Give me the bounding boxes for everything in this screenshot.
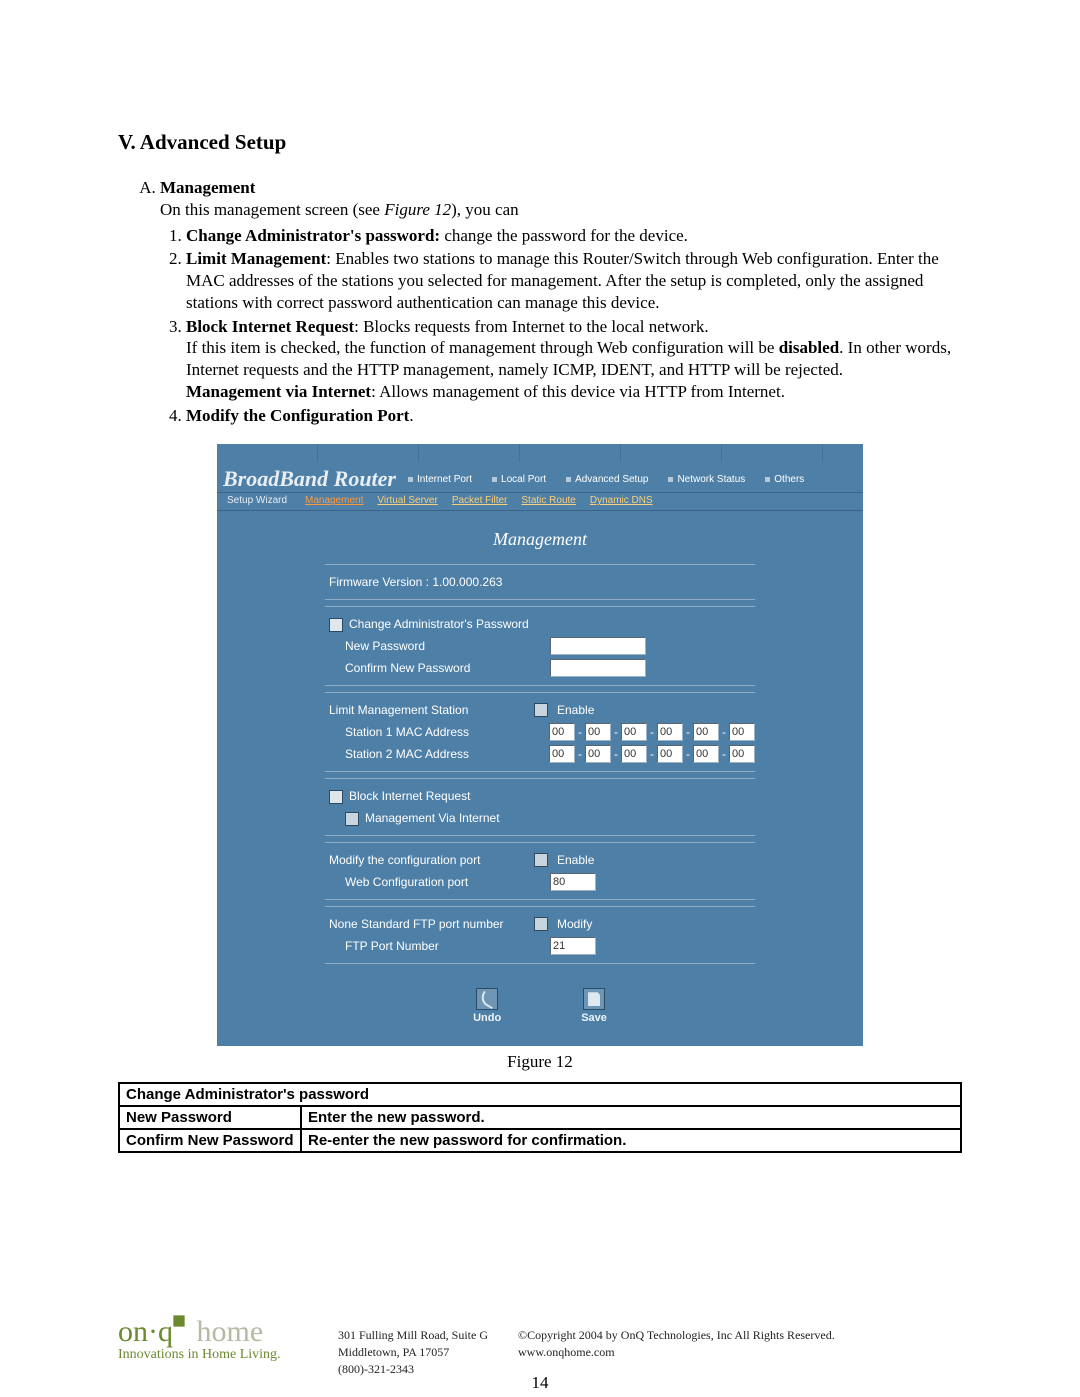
figure-caption: Figure 12 <box>118 1052 962 1072</box>
subnav-dynamic-dns[interactable]: Dynamic DNS <box>590 495 653 506</box>
save-button[interactable]: Save <box>581 988 607 1024</box>
ftp-port-number-label: FTP Port Number <box>325 939 550 953</box>
list-item: Block Internet Request: Blocks requests … <box>186 316 962 403</box>
web-port-label: Web Configuration port <box>325 875 550 889</box>
mac-input[interactable] <box>729 745 755 763</box>
page-footer: on·q home Innovations in Home Living. 30… <box>118 1313 962 1363</box>
table-cell: Re-enter the new password for confirmati… <box>301 1129 961 1152</box>
section-heading: V. Advanced Setup <box>118 130 962 155</box>
footer-copyright: ©Copyright 2004 by OnQ Technologies, Inc… <box>518 1327 835 1344</box>
list-item-paragraph: If this item is checked, the function of… <box>186 337 962 381</box>
new-password-input[interactable] <box>550 637 646 655</box>
management-via-internet-checkbox[interactable] <box>345 812 359 826</box>
management-via-internet-label: Management Via Internet <box>365 811 500 825</box>
password-spec-table: Change Administrator's password New Pass… <box>118 1082 962 1153</box>
firmware-version: Firmware Version : 1.00.000.263 <box>325 575 534 589</box>
nav-network-status[interactable]: Network Status <box>662 472 751 487</box>
station1-mac: - - - - - <box>549 723 755 741</box>
footer-address: Middletown, PA 17057 <box>338 1344 488 1361</box>
undo-icon <box>476 988 498 1010</box>
ftp-port-input[interactable] <box>550 937 596 955</box>
subnav-management[interactable]: Management <box>305 495 363 506</box>
table-cell: New Password <box>119 1106 301 1129</box>
mac-input[interactable] <box>693 745 719 763</box>
footer-url: www.onqhome.com <box>518 1344 835 1361</box>
nav-local-port[interactable]: Local Port <box>486 472 552 487</box>
intro-text: On this management screen (see Figure 12… <box>160 199 962 221</box>
station2-mac: - - - - - <box>549 745 755 763</box>
list-item: Limit Management: Enables two stations t… <box>186 248 962 313</box>
setup-wizard-link[interactable]: Setup Wizard <box>227 495 287 506</box>
list-item: Change Administrator's password: change … <box>186 225 962 247</box>
station2-label: Station 2 MAC Address <box>325 747 549 761</box>
page-number: 14 <box>0 1373 1080 1393</box>
table-cell: Enter the new password. <box>301 1106 961 1129</box>
mac-input[interactable] <box>549 745 575 763</box>
panel-title: Management <box>217 511 863 564</box>
list-item-paragraph: Management via Internet: Allows manageme… <box>186 381 962 403</box>
nav-internet-port[interactable]: Internet Port <box>402 472 478 487</box>
confirm-password-input[interactable] <box>550 659 646 677</box>
change-password-label: Change Administrator's Password <box>349 617 529 631</box>
mac-input[interactable] <box>657 723 683 741</box>
bullet-icon <box>668 477 673 482</box>
new-password-label: New Password <box>325 639 550 653</box>
modify-port-label: Modify the configuration port <box>325 853 534 867</box>
limit-enable-checkbox[interactable] <box>534 703 548 717</box>
confirm-password-label: Confirm New Password <box>325 661 550 675</box>
tab-strip <box>217 444 863 462</box>
bullet-icon <box>492 477 497 482</box>
modify-label: Modify <box>557 917 592 931</box>
onq-logo: on·q home <box>118 1313 263 1349</box>
list-item: Modify the Configuration Port. <box>186 405 962 427</box>
mac-input[interactable] <box>693 723 719 741</box>
mac-input[interactable] <box>657 745 683 763</box>
change-password-checkbox[interactable] <box>329 618 343 632</box>
router-logo: BroadBand Router <box>223 466 396 492</box>
footer-address: 301 Fulling Mill Road, Suite G <box>338 1327 488 1344</box>
mac-input[interactable] <box>549 723 575 741</box>
table-cell: Confirm New Password <box>119 1129 301 1152</box>
ftp-modify-checkbox[interactable] <box>534 917 548 931</box>
limit-management-label: Limit Management Station <box>325 703 534 717</box>
block-internet-label: Block Internet Request <box>349 789 470 803</box>
nav-others[interactable]: Others <box>759 472 810 487</box>
subnav-virtual-server[interactable]: Virtual Server <box>377 495 437 506</box>
mac-input[interactable] <box>585 745 611 763</box>
subsection-label: Management <box>160 178 255 197</box>
mac-input[interactable] <box>729 723 755 741</box>
mac-input[interactable] <box>621 723 647 741</box>
bullet-icon <box>765 477 770 482</box>
bullet-icon <box>408 477 413 482</box>
enable-label: Enable <box>557 703 594 717</box>
figure-12-screenshot: BroadBand Router Internet Port Local Por… <box>217 444 863 1046</box>
subnav-static-route[interactable]: Static Route <box>521 495 575 506</box>
nav-advanced-setup[interactable]: Advanced Setup <box>560 472 654 487</box>
enable-label: Enable <box>557 853 594 867</box>
ftp-port-label: None Standard FTP port number <box>325 917 534 931</box>
subnav-packet-filter[interactable]: Packet Filter <box>452 495 508 506</box>
mac-input[interactable] <box>621 745 647 763</box>
web-port-input[interactable] <box>550 873 596 891</box>
save-icon <box>583 988 605 1010</box>
undo-button[interactable]: Undo <box>473 988 501 1024</box>
station1-label: Station 1 MAC Address <box>325 725 549 739</box>
mac-input[interactable] <box>585 723 611 741</box>
block-internet-checkbox[interactable] <box>329 790 343 804</box>
modify-port-enable-checkbox[interactable] <box>534 853 548 867</box>
table-header: Change Administrator's password <box>119 1083 961 1106</box>
bullet-icon <box>566 477 571 482</box>
